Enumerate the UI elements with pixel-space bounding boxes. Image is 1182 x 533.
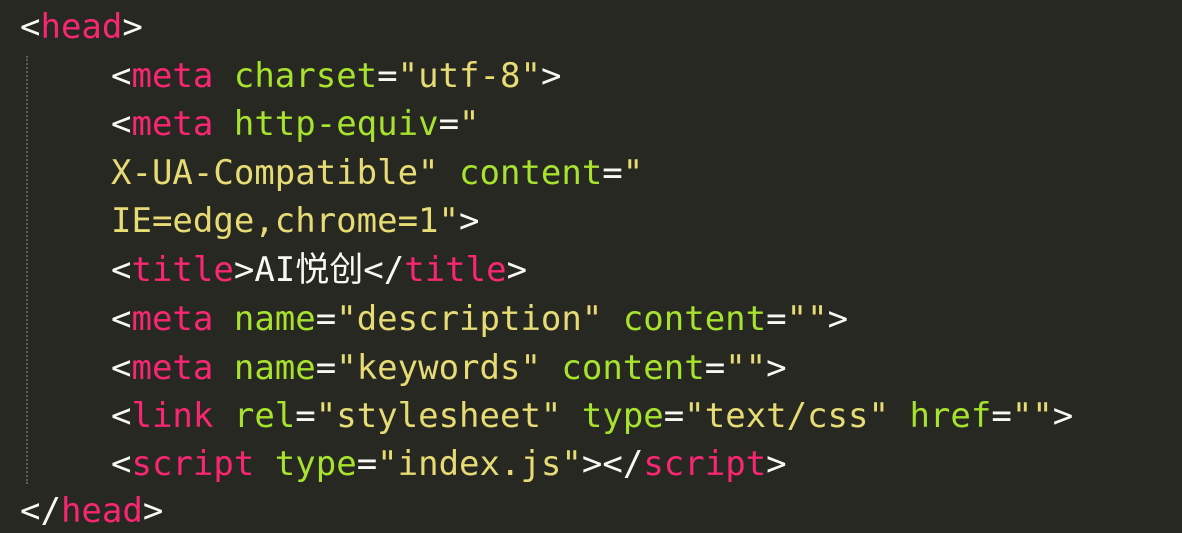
attribute-name: content bbox=[459, 153, 603, 193]
tag-name: title bbox=[404, 250, 507, 290]
punct: < bbox=[111, 56, 132, 96]
attribute-name: type bbox=[581, 396, 664, 436]
equals: = bbox=[663, 396, 685, 436]
attribute-name: name bbox=[233, 299, 316, 339]
attribute-name: content bbox=[622, 299, 767, 339]
attribute-value: "keywords" bbox=[336, 348, 541, 388]
equals: = bbox=[377, 56, 398, 96]
punct: </ bbox=[20, 491, 61, 531]
tag-name: meta bbox=[131, 56, 214, 96]
code-line-4[interactable]: X-UA-Compatible" content=" bbox=[0, 149, 643, 197]
attribute-value: IE=edge,chrome=1" bbox=[111, 201, 459, 241]
equals: = bbox=[704, 348, 726, 388]
punct: < bbox=[111, 299, 132, 339]
punct: > bbox=[122, 7, 143, 47]
attribute-name: rel bbox=[233, 396, 296, 436]
punct: < bbox=[111, 250, 132, 290]
code-line-2[interactable]: <meta charset="utf-8"> bbox=[0, 52, 561, 100]
title-text: AI悦创 bbox=[254, 250, 364, 290]
punct: > bbox=[1052, 396, 1074, 436]
tag-name: head bbox=[60, 491, 143, 531]
attribute-value: "index.js" bbox=[377, 444, 582, 484]
tag-name: meta bbox=[131, 299, 214, 339]
punct: </ bbox=[602, 444, 644, 484]
code-line-9[interactable]: <link rel="stylesheet" type="text/css" h… bbox=[0, 392, 1073, 440]
punct: < bbox=[111, 396, 132, 436]
equals: = bbox=[315, 348, 337, 388]
tag-name: script bbox=[131, 444, 255, 484]
punct: > bbox=[766, 348, 787, 388]
code-line-1[interactable]: <head> bbox=[0, 3, 143, 51]
equals: = bbox=[766, 299, 787, 339]
code-editor[interactable]: <head> <meta charset="utf-8"> <meta http… bbox=[0, 0, 1182, 533]
attribute-name: type bbox=[274, 444, 357, 484]
attribute-value: "text/css" bbox=[684, 396, 889, 436]
tag-name: script bbox=[643, 444, 767, 484]
equals: = bbox=[315, 299, 337, 339]
punct: > bbox=[827, 299, 849, 339]
attribute-name: http-equiv bbox=[233, 104, 439, 144]
equals: = bbox=[438, 104, 460, 144]
punct: > bbox=[142, 491, 164, 531]
code-line-7[interactable]: <meta name="description" content=""> bbox=[0, 295, 848, 343]
punct: < bbox=[111, 348, 132, 388]
tag-name: link bbox=[131, 396, 214, 436]
code-line-11[interactable]: </head> bbox=[0, 487, 163, 533]
punct: > bbox=[459, 201, 480, 241]
code-line-6[interactable]: <title>AI悦创</title> bbox=[0, 246, 527, 294]
code-line-3[interactable]: <meta http-equiv=" bbox=[0, 100, 480, 148]
punct: < bbox=[20, 7, 41, 47]
equals: = bbox=[991, 396, 1012, 436]
punct: < bbox=[111, 444, 132, 484]
punct: > bbox=[540, 56, 562, 96]
attribute-value: "" bbox=[725, 348, 767, 388]
tag-name: meta bbox=[131, 104, 214, 144]
punct: > bbox=[506, 250, 528, 290]
equals: = bbox=[602, 153, 623, 193]
attribute-value: "stylesheet" bbox=[315, 396, 562, 436]
code-line-5[interactable]: IE=edge,chrome=1"> bbox=[0, 197, 479, 245]
attribute-value: " bbox=[622, 153, 644, 193]
punct: > bbox=[766, 444, 787, 484]
attribute-value: " bbox=[459, 104, 480, 144]
equals: = bbox=[295, 396, 316, 436]
equals: = bbox=[356, 444, 378, 484]
attribute-name: content bbox=[561, 348, 705, 388]
attribute-name: charset bbox=[233, 56, 378, 96]
attribute-value: "utf-8" bbox=[397, 56, 541, 96]
punct: < bbox=[111, 104, 132, 144]
attribute-name: name bbox=[233, 348, 316, 388]
attribute-name: href bbox=[909, 396, 992, 436]
tag-name: title bbox=[131, 250, 234, 290]
tag-name: meta bbox=[131, 348, 214, 388]
attribute-value: "" bbox=[786, 299, 828, 339]
attribute-value: "description" bbox=[336, 299, 603, 339]
punct: </ bbox=[363, 250, 405, 290]
attribute-value: X-UA-Compatible" bbox=[111, 153, 439, 193]
punct: > bbox=[581, 444, 603, 484]
code-line-8[interactable]: <meta name="keywords" content=""> bbox=[0, 344, 787, 392]
attribute-value: "" bbox=[1011, 396, 1053, 436]
punct: > bbox=[233, 250, 255, 290]
tag-name: head bbox=[40, 7, 123, 47]
code-line-10[interactable]: <script type="index.js"></script> bbox=[0, 440, 787, 488]
